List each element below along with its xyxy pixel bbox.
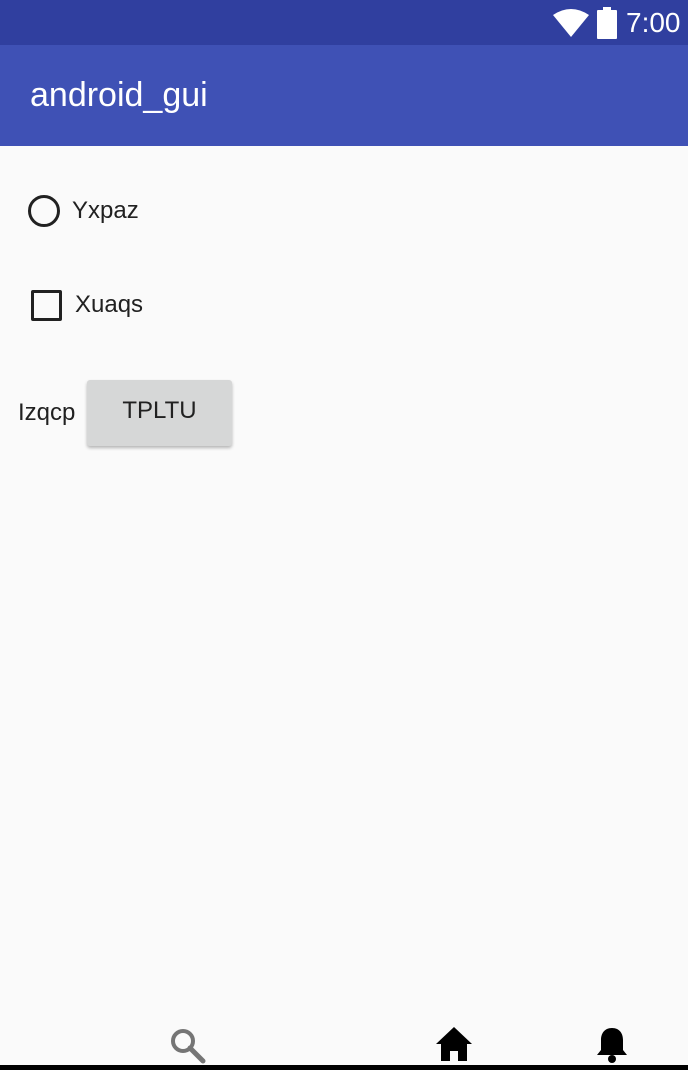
checkbox-option-xuaqs[interactable]: Xuaqs (31, 286, 143, 324)
wifi-icon (553, 9, 589, 37)
bell-icon[interactable] (592, 1024, 632, 1064)
status-bar: 7:00 (0, 0, 688, 45)
checkbox-label: Xuaqs (75, 291, 144, 318)
app-title: android_gui (30, 76, 208, 114)
checkbox-icon[interactable] (31, 289, 62, 321)
field-label: Izqcp (18, 399, 76, 426)
radio-label: Yxpaz (72, 197, 139, 224)
home-icon[interactable] (434, 1024, 474, 1064)
navigation-bar-edge (0, 1065, 688, 1070)
status-time: 7:00 (626, 7, 681, 38)
battery-icon (597, 7, 617, 39)
radio-button-icon[interactable] (28, 195, 60, 227)
radio-option-yxpaz[interactable]: Yxpaz (28, 192, 139, 230)
tpltu-button[interactable]: TPLTU (87, 380, 232, 446)
app-bar: android_gui (0, 45, 688, 146)
search-icon[interactable] (168, 1026, 208, 1066)
